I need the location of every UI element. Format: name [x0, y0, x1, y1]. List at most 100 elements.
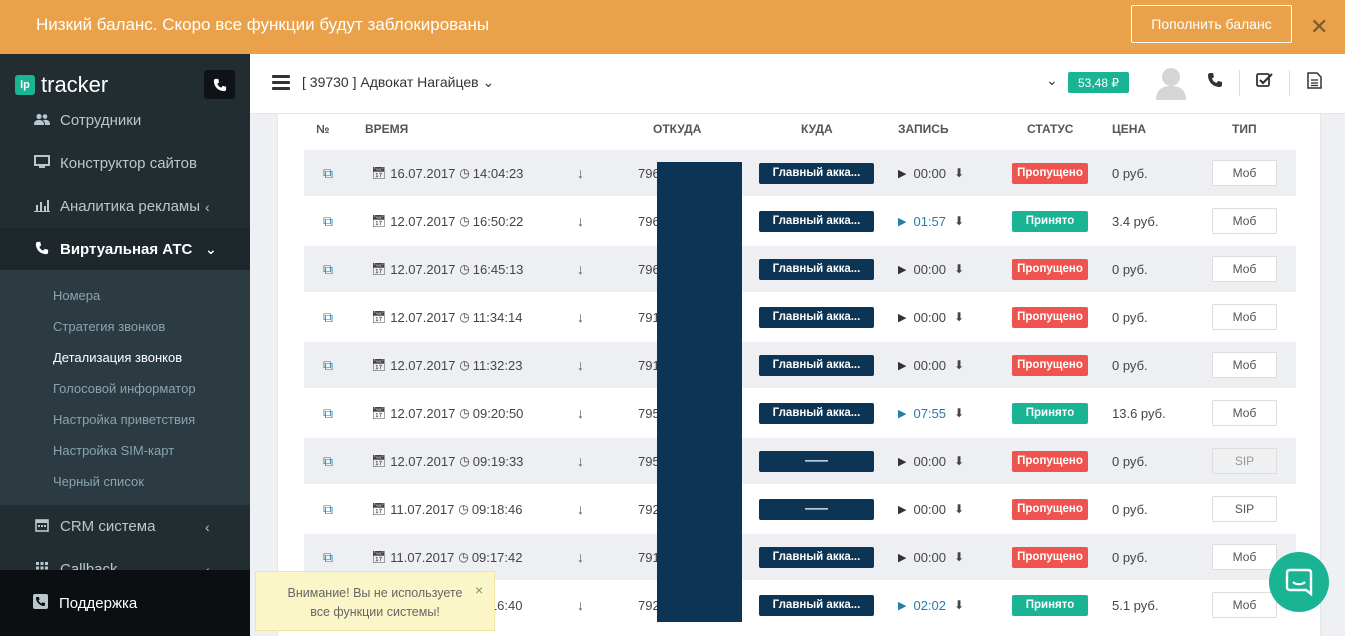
type-button[interactable]: Моб: [1212, 294, 1277, 340]
destination-badge[interactable]: ——: [759, 486, 874, 532]
download-icon[interactable]: ⬇: [954, 406, 964, 420]
play-icon[interactable]: ▶: [898, 263, 906, 276]
softphone-button[interactable]: [204, 70, 235, 99]
balance-dropdown-icon[interactable]: ⌄: [1046, 72, 1058, 89]
type-button[interactable]: Моб: [1212, 534, 1277, 580]
col-number[interactable]: №: [316, 122, 329, 136]
recording-player[interactable]: ▶ 02:02 ⬇: [898, 582, 964, 628]
copy-icon[interactable]: ⧉: [323, 246, 333, 292]
logo[interactable]: lp tracker: [15, 72, 108, 98]
tasks-checkbox-icon[interactable]: [1256, 72, 1273, 93]
table-row[interactable]: ⧉ 📅︎ 12.07.2017 ◷ 16:50:22 ↓ 796 Главный акка..…: [304, 198, 1296, 244]
download-icon[interactable]: ⬇: [954, 262, 964, 276]
submenu-item-blacklist[interactable]: Черный список: [53, 474, 144, 489]
copy-icon[interactable]: ⧉: [323, 342, 333, 388]
download-icon[interactable]: ⬇: [954, 214, 964, 228]
col-type[interactable]: ТИП: [1232, 122, 1257, 136]
document-icon[interactable]: [1307, 72, 1322, 94]
destination-badge[interactable]: Главный акка...: [759, 582, 874, 628]
account-selector[interactable]: [ 39730 ] Адвокат Нагайцев ⌄: [302, 74, 494, 91]
support-button[interactable]: Поддержка: [0, 570, 250, 636]
submenu-item-sim-settings[interactable]: Настройка SIM-карт: [53, 443, 174, 458]
sidebar-item-virtual-pbx[interactable]: Виртуальная АТС ⌄: [0, 228, 250, 271]
copy-icon[interactable]: ⧉: [323, 150, 333, 196]
sidebar-item-site-builder[interactable]: Конструктор сайтов: [0, 142, 250, 185]
download-icon[interactable]: ⬇: [954, 358, 964, 372]
play-icon[interactable]: ▶: [898, 359, 906, 372]
type-button[interactable]: Моб: [1212, 582, 1277, 628]
copy-icon[interactable]: ⧉: [323, 438, 333, 484]
play-icon[interactable]: ▶: [898, 503, 906, 516]
download-icon[interactable]: ⬇: [954, 310, 964, 324]
destination-badge[interactable]: Главный акка...: [759, 390, 874, 436]
close-icon[interactable]: ×: [475, 581, 483, 600]
download-icon[interactable]: ⬇: [954, 598, 964, 612]
type-button[interactable]: Моб: [1212, 390, 1277, 436]
sidebar-item-employees[interactable]: Сотрудники: [0, 99, 250, 142]
recording-player[interactable]: ▶ 00:00 ⬇: [898, 246, 964, 292]
phone-icon[interactable]: [1207, 72, 1223, 93]
table-row[interactable]: ⧉ 📅︎ 16.07.2017 ◷ 14:04:23 ↓ 796 Главный акка..…: [304, 150, 1296, 196]
submenu-item-call-strategy[interactable]: Стратегия звонков: [53, 319, 165, 334]
table-row[interactable]: ⧉ 📅︎ 12.07.2017 ◷ 09:20:50 ↓ 795 Главный акка..…: [304, 390, 1296, 436]
submenu-item-call-details[interactable]: Детализация звонков: [53, 350, 182, 365]
recording-player[interactable]: ▶ 00:00 ⬇: [898, 486, 964, 532]
play-icon[interactable]: ▶: [898, 455, 906, 468]
top-up-balance-button[interactable]: Пополнить баланс: [1131, 5, 1292, 43]
type-button[interactable]: Моб: [1212, 198, 1277, 244]
col-from[interactable]: ОТКУДА: [653, 122, 701, 136]
recording-player[interactable]: ▶ 00:00 ⬇: [898, 438, 964, 484]
avatar[interactable]: [1155, 66, 1187, 100]
destination-badge[interactable]: Главный акка...: [759, 150, 874, 196]
download-icon[interactable]: ⬇: [954, 454, 964, 468]
chat-widget-button[interactable]: [1269, 552, 1329, 612]
sidebar-item-ad-analytics[interactable]: Аналитика рекламы ‹: [0, 185, 250, 228]
play-icon[interactable]: ▶: [898, 551, 906, 564]
recording-player[interactable]: ▶ 01:57 ⬇: [898, 198, 964, 244]
type-button[interactable]: Моб: [1212, 342, 1277, 388]
type-button[interactable]: Моб: [1212, 246, 1277, 292]
copy-icon[interactable]: ⧉: [323, 198, 333, 244]
menu-toggle-icon[interactable]: [272, 75, 290, 90]
table-row[interactable]: ⧉ 📅︎ 11.07.2017 ◷ 09:18:46 ↓ 792 —— ▶ 00:00 ⬇ Пропу…: [304, 486, 1296, 532]
table-row[interactable]: ⧉ 📅︎ 12.07.2017 ◷ 09:19:33 ↓ 795 —— ▶ 00:00 ⬇ Пропу…: [304, 438, 1296, 484]
copy-icon[interactable]: ⧉: [323, 390, 333, 436]
balance-badge[interactable]: 53,48 ₽: [1068, 72, 1129, 93]
table-row[interactable]: ⧉ 📅︎ 12.07.2017 ◷ 11:32:23 ↓ 791 Главный акка..…: [304, 342, 1296, 388]
play-icon[interactable]: ▶: [898, 167, 906, 180]
close-icon[interactable]: ✕: [1310, 14, 1328, 40]
copy-icon[interactable]: ⧉: [323, 294, 333, 340]
recording-player[interactable]: ▶ 00:00 ⬇: [898, 534, 964, 580]
recording-player[interactable]: ▶ 00:00 ⬇: [898, 342, 964, 388]
col-price[interactable]: ЦЕНА: [1112, 122, 1146, 136]
col-to[interactable]: КУДА: [801, 122, 833, 136]
sidebar-item-crm[interactable]: CRM система ‹: [0, 505, 250, 548]
submenu-item-voice-informer[interactable]: Голосовой информатор: [53, 381, 196, 396]
destination-badge[interactable]: Главный акка...: [759, 294, 874, 340]
destination-badge[interactable]: Главный акка...: [759, 534, 874, 580]
recording-player[interactable]: ▶ 07:55 ⬇: [898, 390, 964, 436]
play-icon[interactable]: ▶: [898, 599, 906, 612]
submenu-item-numbers[interactable]: Номера: [53, 288, 100, 303]
recording-player[interactable]: ▶ 00:00 ⬇: [898, 150, 964, 196]
type-button[interactable]: Моб: [1212, 150, 1277, 196]
recording-player[interactable]: ▶ 00:00 ⬇: [898, 294, 964, 340]
submenu-item-greeting[interactable]: Настройка приветствия: [53, 412, 195, 427]
destination-badge[interactable]: ——: [759, 438, 874, 484]
destination-badge[interactable]: Главный акка...: [759, 246, 874, 292]
col-recording[interactable]: ЗАПИСЬ: [898, 122, 949, 136]
table-row[interactable]: ⧉ 📅︎ 12.07.2017 ◷ 11:34:14 ↓ 791 Главный акка..…: [304, 294, 1296, 340]
play-icon[interactable]: ▶: [898, 311, 906, 324]
play-icon[interactable]: ▶: [898, 407, 906, 420]
download-icon[interactable]: ⬇: [954, 550, 964, 564]
col-time[interactable]: ВРЕМЯ: [365, 122, 408, 136]
table-row[interactable]: ⧉ 📅︎ 12.07.2017 ◷ 16:45:13 ↓ 796 Главный акка..…: [304, 246, 1296, 292]
download-icon[interactable]: ⬇: [954, 502, 964, 516]
type-button[interactable]: SIP: [1212, 438, 1277, 484]
download-icon[interactable]: ⬇: [954, 166, 964, 180]
play-icon[interactable]: ▶: [898, 215, 906, 228]
copy-icon[interactable]: ⧉: [323, 486, 333, 532]
destination-badge[interactable]: Главный акка...: [759, 342, 874, 388]
destination-badge[interactable]: Главный акка...: [759, 198, 874, 244]
type-button[interactable]: SIP: [1212, 486, 1277, 532]
